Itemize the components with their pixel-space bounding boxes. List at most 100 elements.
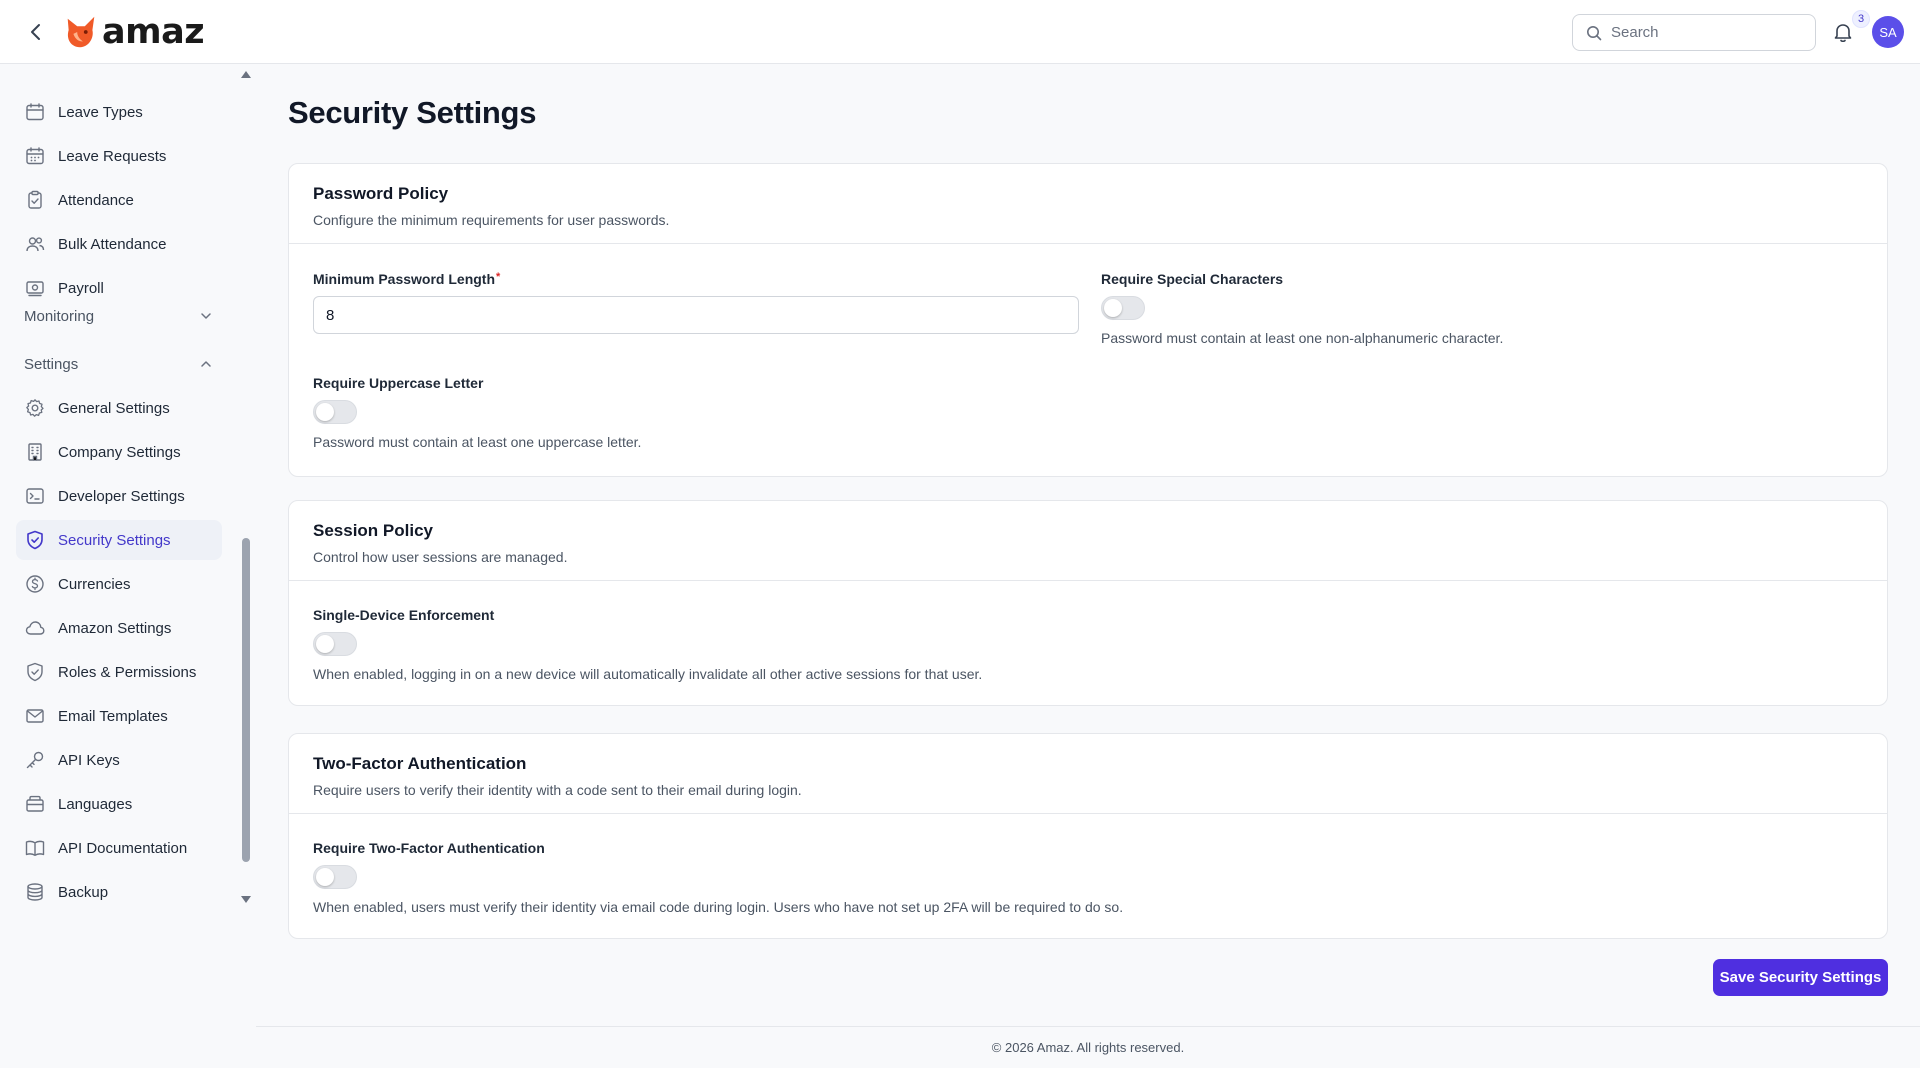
main-content: Security Settings Password Policy Config…: [256, 65, 1920, 1068]
scroll-down-arrow-icon[interactable]: [240, 895, 252, 905]
section-label: Monitoring: [24, 307, 95, 325]
toggle-knob: [316, 868, 334, 886]
sidebar-item-currencies[interactable]: Currencies: [16, 564, 222, 604]
require-special-characters-label: Require Special Characters: [1101, 271, 1284, 287]
sidebar-item-security-settings[interactable]: Security Settings: [16, 520, 222, 560]
card-header: Session Policy Control how user sessions…: [289, 501, 1887, 581]
single-device-enforcement-help: When enabled, logging in on a new device…: [313, 666, 983, 682]
footer-copyright: © 2026 Amaz. All rights reserved.: [991, 1040, 1185, 1055]
min-password-length-input[interactable]: [313, 296, 1079, 334]
sidebar-item-languages[interactable]: Languages: [16, 784, 222, 824]
bell-icon[interactable]: [1831, 20, 1855, 44]
logo-text: amaz: [102, 12, 205, 52]
terminal-icon: [24, 485, 46, 507]
require-uppercase-help: Password must contain at least one upper…: [313, 434, 642, 450]
sidebar-item-label: Email Templates: [58, 707, 168, 725]
sidebar: Leave Types Leave Requests Attendance Bu…: [0, 65, 256, 1068]
database-icon: [24, 881, 46, 903]
sidebar-item-label: Languages: [58, 795, 133, 813]
avatar[interactable]: SA: [1872, 16, 1904, 48]
require-uppercase-label: Require Uppercase Letter: [313, 375, 484, 391]
require-special-characters-help: Password must contain at least one non-a…: [1101, 330, 1504, 346]
payroll-icon: [24, 277, 46, 299]
card-title: Password Policy: [313, 184, 449, 203]
chevron-up-icon: [201, 361, 211, 367]
sidebar-item-bulk-attendance[interactable]: Bulk Attendance: [16, 224, 222, 264]
toggle-knob: [316, 635, 334, 653]
card-description: Configure the minimum requirements for u…: [313, 212, 670, 228]
building-icon: [24, 441, 46, 463]
search-input[interactable]: [1611, 24, 1801, 41]
scroll-up-arrow-icon[interactable]: [240, 69, 252, 79]
sidebar-item-leave-types[interactable]: Leave Types: [16, 92, 222, 132]
calendar-grid-icon: [24, 145, 46, 167]
card-title: Two-Factor Authentication: [313, 754, 527, 773]
sidebar-item-label: Leave Requests: [58, 147, 167, 165]
sidebar-item-label: Roles & Permissions: [58, 663, 197, 681]
sidebar-section-monitoring[interactable]: Monitoring: [16, 298, 222, 334]
sidebar-item-label: Security Settings: [58, 531, 171, 549]
session-policy-card: Session Policy Control how user sessions…: [288, 500, 1888, 706]
clipboard-check-icon: [24, 189, 46, 211]
mail-icon: [24, 705, 46, 727]
card-title: Session Policy: [313, 521, 433, 540]
field-label-text: Minimum Password Length: [313, 271, 496, 287]
page-title: Security Settings: [288, 95, 537, 130]
toggle-knob: [316, 403, 334, 421]
require-uppercase-toggle[interactable]: [313, 400, 357, 424]
sidebar-section-settings[interactable]: Settings: [16, 346, 222, 382]
card-description: Control how user sessions are managed.: [313, 549, 568, 565]
sidebar-item-label: API Keys: [58, 751, 120, 769]
fox-logo-icon: [67, 16, 95, 48]
single-device-enforcement-toggle[interactable]: [313, 632, 357, 656]
sidebar-item-leave-requests[interactable]: Leave Requests: [16, 136, 222, 176]
footer-divider: [256, 1026, 1920, 1027]
key-icon: [24, 749, 46, 771]
sidebar-item-label: Developer Settings: [58, 487, 185, 505]
users-icon: [24, 233, 46, 255]
card-description: Require users to verify their identity w…: [313, 782, 802, 798]
sidebar-item-label: Bulk Attendance: [58, 235, 167, 253]
sidebar-item-company-settings[interactable]: Company Settings: [16, 432, 222, 472]
sidebar-item-label: Company Settings: [58, 443, 181, 461]
languages-icon: [24, 793, 46, 815]
shield-icon: [24, 661, 46, 683]
card-header: Two-Factor Authentication Require users …: [289, 734, 1887, 814]
sidebar-item-api-keys[interactable]: API Keys: [16, 740, 222, 780]
app-logo[interactable]: amaz: [62, 12, 205, 52]
top-bar: amaz 3 SA: [0, 0, 1920, 64]
sidebar-item-general-settings[interactable]: General Settings: [16, 388, 222, 428]
cloud-icon: [24, 617, 46, 639]
sidebar-item-email-templates[interactable]: Email Templates: [16, 696, 222, 736]
calendar-icon: [24, 101, 46, 123]
gear-icon: [24, 397, 46, 419]
single-device-enforcement-label: Single-Device Enforcement: [313, 607, 495, 623]
sidebar-item-backup[interactable]: Backup: [16, 872, 222, 912]
sidebar-item-attendance[interactable]: Attendance: [16, 180, 222, 220]
sidebar-item-developer-settings[interactable]: Developer Settings: [16, 476, 222, 516]
chevron-down-icon: [201, 313, 211, 319]
sidebar-item-label: General Settings: [58, 399, 170, 417]
sidebar-item-label: Backup: [58, 883, 109, 901]
sidebar-item-api-documentation[interactable]: API Documentation: [16, 828, 222, 868]
sidebar-item-label: Leave Types: [58, 103, 143, 121]
two-factor-card: Two-Factor Authentication Require users …: [288, 733, 1888, 939]
search-box[interactable]: [1572, 14, 1816, 51]
toggle-knob: [1104, 299, 1122, 317]
shield-check-icon: [24, 529, 46, 551]
sidebar-scrollbar-thumb[interactable]: [242, 538, 250, 862]
sidebar-item-label: API Documentation: [58, 839, 188, 857]
require-two-factor-label: Require Two-Factor Authentication: [313, 840, 545, 856]
min-password-length-label: Minimum Password Length*: [313, 271, 500, 287]
search-icon: [1587, 26, 1602, 41]
back-button[interactable]: [22, 18, 50, 46]
sidebar-item-label: Currencies: [58, 575, 131, 593]
password-policy-card: Password Policy Configure the minimum re…: [288, 163, 1888, 477]
chevron-left-icon: [31, 24, 40, 40]
require-two-factor-toggle[interactable]: [313, 865, 357, 889]
sidebar-item-roles-permissions[interactable]: Roles & Permissions: [16, 652, 222, 692]
save-security-settings-button[interactable]: Save Security Settings: [1713, 959, 1888, 996]
require-special-characters-toggle[interactable]: [1101, 296, 1145, 320]
sidebar-item-amazon-settings[interactable]: Amazon Settings: [16, 608, 222, 648]
card-header: Password Policy Configure the minimum re…: [289, 164, 1887, 244]
